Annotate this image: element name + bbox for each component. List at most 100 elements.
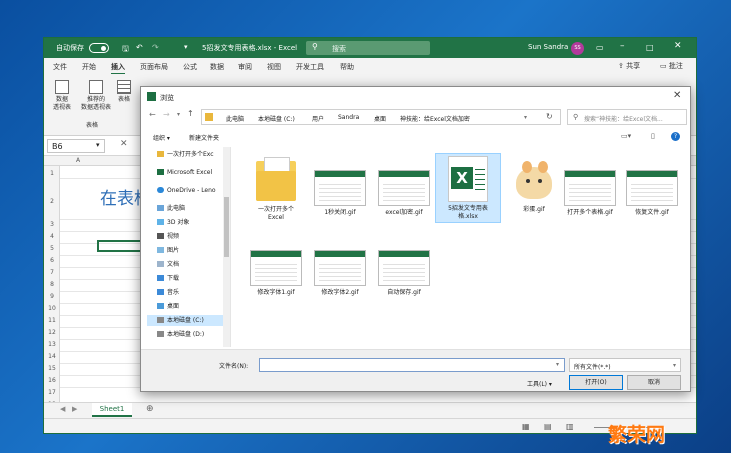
file-item[interactable]: 修改字体1.gif xyxy=(243,247,309,297)
file-item[interactable]: 恢复文件.gif xyxy=(619,167,685,217)
row-number[interactable]: 5 xyxy=(44,245,60,252)
add-sheet-icon[interactable]: ⊕ xyxy=(146,404,154,414)
row-number[interactable]: 13 xyxy=(44,341,60,348)
help-icon[interactable]: ? xyxy=(671,132,680,141)
tab-review[interactable]: 审阅 xyxy=(238,62,252,72)
dialog-close-icon[interactable]: ✕ xyxy=(673,90,681,101)
row-number[interactable]: 16 xyxy=(44,377,60,384)
filename-dropdown-icon[interactable]: ▾ xyxy=(556,361,559,368)
preview-pane-icon[interactable]: ▯ xyxy=(651,132,655,140)
pivot-table-button[interactable]: 数据 透视表 xyxy=(50,80,74,112)
customize-qat-icon[interactable]: ▾ xyxy=(184,43,188,51)
nav-item-pictures[interactable]: 图片 xyxy=(157,245,179,256)
view-options-icon[interactable]: ▭▾ xyxy=(621,132,631,140)
row-number[interactable]: 15 xyxy=(44,365,60,372)
sheet-prev-icon[interactable]: ◀ xyxy=(60,405,65,413)
row-number[interactable]: 3 xyxy=(44,221,60,228)
row-number[interactable]: 12 xyxy=(44,329,60,336)
tab-formulas[interactable]: 公式 xyxy=(183,62,197,72)
recommended-pivot-button[interactable]: 推荐的 数据透视表 xyxy=(78,80,114,112)
row-number[interactable]: 2 xyxy=(44,198,60,205)
page-layout-view-icon[interactable]: ▤ xyxy=(544,422,552,431)
breadcrumb-item[interactable]: 此电脑 xyxy=(226,114,244,123)
maximize-icon[interactable]: □ xyxy=(646,43,654,52)
tab-file[interactable]: 文件 xyxy=(53,62,67,72)
file-item[interactable]: 1秒关闭.gif xyxy=(307,167,373,217)
dialog-search-input[interactable]: ⚲ 搜索“神技能：给Excel文档... xyxy=(567,109,687,125)
row-number[interactable]: 6 xyxy=(44,257,60,264)
nav-item-drive-c[interactable]: 本地磁盘 (C:) xyxy=(147,315,225,326)
nav-item-desktop[interactable]: 桌面 xyxy=(157,301,179,312)
excel-search-box[interactable]: ⚲ 搜索 xyxy=(306,41,430,55)
nav-scrollbar-thumb[interactable] xyxy=(224,197,229,257)
row-number[interactable]: 9 xyxy=(44,293,60,300)
breadcrumb-item[interactable]: 桌面 xyxy=(374,114,386,123)
file-item[interactable]: 自动保存.gif xyxy=(371,247,437,297)
column-header-a[interactable]: A xyxy=(76,157,80,164)
up-icon[interactable]: ↑ xyxy=(187,109,194,118)
table-button[interactable]: 表格 xyxy=(114,80,134,104)
sheet-tab-sheet1[interactable]: Sheet1 xyxy=(92,403,132,417)
row-number[interactable]: 4 xyxy=(44,233,60,240)
tab-data[interactable]: 数据 xyxy=(210,62,224,72)
open-button[interactable]: 打开(O) xyxy=(569,375,623,390)
nav-item-onedrive[interactable]: OneDrive - Leno xyxy=(157,185,216,196)
row-number[interactable]: 1 xyxy=(44,170,60,177)
forward-icon[interactable]: → xyxy=(163,110,170,119)
tab-home[interactable]: 开始 xyxy=(82,62,96,72)
organize-button[interactable]: 组织 ▾ xyxy=(153,133,170,142)
row-number[interactable]: 8 xyxy=(44,281,60,288)
filetype-select[interactable]: 所有文件(*.*) ▾ xyxy=(569,358,681,372)
row-number[interactable]: 11 xyxy=(44,317,60,324)
recent-locations-icon[interactable]: ▾ xyxy=(177,111,180,118)
tab-view[interactable]: 视图 xyxy=(267,62,281,72)
file-item[interactable]: 一次打开多个 Excel xyxy=(243,155,309,222)
nav-item-quick-folder[interactable]: 一次打开多个Exc xyxy=(157,149,214,160)
address-bar[interactable]: 此电脑 本地磁盘 (C:) 用户 Sandra 桌面 神技能：给Excel文档加… xyxy=(201,109,561,125)
row-number[interactable]: 17 xyxy=(44,389,60,396)
nav-item-3d-objects[interactable]: 3D 对象 xyxy=(157,217,189,228)
tab-page-layout[interactable]: 页面布局 xyxy=(140,62,168,72)
refresh-icon[interactable]: ↻ xyxy=(546,112,553,121)
redo-icon[interactable]: ↷ xyxy=(152,43,159,52)
nav-item-music[interactable]: 音乐 xyxy=(157,287,179,298)
tab-developer[interactable]: 开发工具 xyxy=(296,62,324,72)
normal-view-icon[interactable]: ▦ xyxy=(522,422,530,431)
cancel-entry-icon[interactable]: ✕ xyxy=(120,139,128,149)
address-dropdown-icon[interactable]: ▾ xyxy=(524,114,527,121)
file-item[interactable]: 修改字体2.gif xyxy=(307,247,373,297)
file-item[interactable]: excel加密.gif xyxy=(371,167,437,217)
file-item-selected[interactable]: X 5招发文专用表 格.xlsx xyxy=(435,153,501,223)
share-button[interactable]: ⇪ 共享 xyxy=(618,61,640,71)
file-item[interactable]: 打开多个表格.gif xyxy=(557,167,623,217)
comments-button[interactable]: ▭ 批注 xyxy=(660,61,683,71)
nav-item-videos[interactable]: 视频 xyxy=(157,231,179,242)
new-folder-button[interactable]: 新建文件夹 xyxy=(189,133,219,142)
minimize-icon[interactable]: – xyxy=(620,41,625,51)
breadcrumb-item[interactable]: 本地磁盘 (C:) xyxy=(258,114,295,123)
avatar[interactable]: SS xyxy=(571,42,584,55)
close-icon[interactable]: ✕ xyxy=(674,41,682,51)
nav-item-drive-d[interactable]: 本地磁盘 (D:) xyxy=(157,329,204,340)
breadcrumb-item[interactable]: 用户 xyxy=(312,114,324,123)
selected-cell[interactable] xyxy=(97,240,145,252)
sheet-next-icon[interactable]: ▶ xyxy=(72,405,77,413)
undo-icon[interactable]: ↶ xyxy=(136,43,143,52)
autosave-toggle[interactable] xyxy=(89,43,109,53)
tab-help[interactable]: 帮助 xyxy=(340,62,354,72)
breadcrumb-item[interactable]: Sandra xyxy=(338,114,359,121)
row-number[interactable]: 10 xyxy=(44,305,60,312)
nav-item-documents[interactable]: 文档 xyxy=(157,259,179,270)
ribbon-display-icon[interactable]: ▭ xyxy=(596,43,604,52)
tools-button[interactable]: 工具(L) ▾ xyxy=(527,379,552,388)
page-break-view-icon[interactable]: ▥ xyxy=(566,422,574,431)
filename-input[interactable] xyxy=(259,358,565,372)
save-icon[interactable]: 🖫 xyxy=(122,43,129,57)
back-icon[interactable]: ← xyxy=(149,110,156,119)
nav-item-microsoft-excel[interactable]: Microsoft Excel xyxy=(157,167,212,178)
cancel-button[interactable]: 取消 xyxy=(627,375,681,390)
breadcrumb-item[interactable]: 神技能：给Excel文档加密 xyxy=(400,114,470,123)
row-number[interactable]: 7 xyxy=(44,269,60,276)
row-number[interactable]: 14 xyxy=(44,353,60,360)
name-box-dropdown-icon[interactable]: ▾ xyxy=(96,141,100,149)
